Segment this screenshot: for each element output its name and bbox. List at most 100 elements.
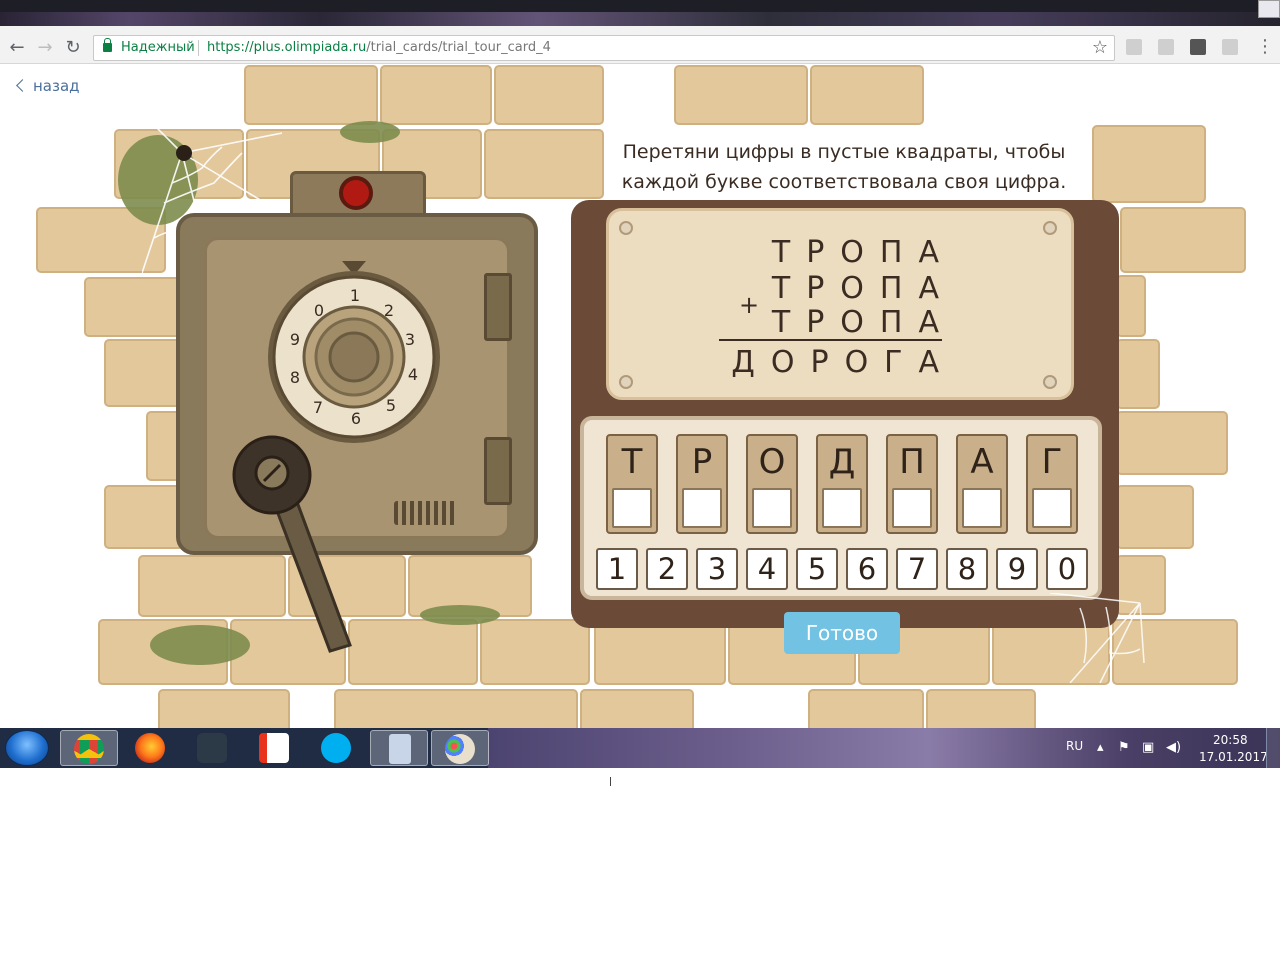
draggable-digit[interactable]: 5 [796, 548, 838, 590]
url-scheme: https:// [207, 40, 254, 55]
back-link-label: назад [33, 77, 80, 95]
lock-icon [103, 38, 112, 52]
draggable-digit[interactable]: 3 [696, 548, 738, 590]
tray-expand-icon[interactable]: ▴ [1097, 740, 1104, 755]
brick [484, 129, 604, 199]
taskbar-app-calculator[interactable] [370, 730, 428, 766]
letter-card-d: Д [816, 434, 868, 534]
digit-drop-slot[interactable] [822, 488, 862, 528]
extension-grid-icon[interactable] [1190, 39, 1206, 55]
instruction-line-1: Перетяни цифры в пустые квадраты, чтобы [622, 141, 1066, 163]
brick [810, 65, 924, 125]
chrome-icon [74, 734, 104, 764]
combination-dial[interactable]: 1 2 3 4 5 6 7 8 9 0 [264, 261, 444, 447]
arrow-forward-icon[interactable]: → [34, 37, 56, 59]
dial-number: 0 [314, 301, 324, 320]
taskbar-app-firefox[interactable] [122, 730, 180, 766]
draggable-digit[interactable]: 1 [596, 548, 638, 590]
moss [420, 605, 500, 625]
extension-icon[interactable] [1126, 39, 1142, 55]
spider-web-icon [1049, 593, 1145, 683]
brick [244, 65, 378, 125]
extension-icon[interactable] [1158, 39, 1174, 55]
letter-label: О [758, 442, 786, 482]
draggable-digit[interactable]: 4 [746, 548, 788, 590]
star-icon[interactable]: ☆ [1092, 37, 1108, 58]
language-indicator[interactable]: RU [1066, 739, 1083, 753]
instruction-line-2: каждой букве соответствовала своя цифра. [621, 171, 1067, 193]
digit-drop-slot[interactable] [612, 488, 652, 528]
back-link[interactable]: назад [16, 77, 80, 95]
dial-number: 6 [351, 409, 361, 428]
submit-button[interactable]: Готово [784, 612, 900, 654]
letter-label: Т [621, 442, 643, 482]
reload-icon[interactable]: ↻ [62, 37, 84, 59]
letter-label: А [970, 442, 994, 482]
digit-drop-slot[interactable] [892, 488, 932, 528]
paint-icon [445, 734, 475, 764]
letter-label: П [899, 442, 925, 482]
brick [580, 689, 694, 728]
arrow-back-icon[interactable]: ← [6, 37, 28, 59]
brick [594, 619, 726, 685]
dial-number: 3 [405, 330, 415, 349]
brick [104, 485, 184, 549]
letter-card-r: Р [676, 434, 728, 534]
draggable-digit[interactable]: 8 [946, 548, 988, 590]
safe-vent [394, 501, 456, 525]
brick [1116, 275, 1146, 337]
windows-start-icon[interactable] [5, 730, 49, 766]
draggable-digit[interactable]: 7 [896, 548, 938, 590]
draggable-digit[interactable]: 0 [1046, 548, 1088, 590]
bolt-icon [1043, 375, 1057, 389]
letter-card-g: Г [1026, 434, 1078, 534]
taskbar-app-skype[interactable] [308, 730, 366, 766]
brick [158, 689, 290, 728]
extension-icon[interactable] [1222, 39, 1238, 55]
window-control-button[interactable] [1258, 0, 1280, 18]
action-center-flag-icon[interactable]: ⚑ [1118, 740, 1130, 755]
brick [334, 689, 578, 728]
dial-number: 8 [290, 368, 300, 387]
safe-lever-handle[interactable] [230, 435, 360, 655]
address-bar[interactable]: Надежный https://plus.olimpiada.ru/trial… [93, 35, 1115, 61]
url-text[interactable]: https://plus.olimpiada.ru/trial_cards/tr… [207, 40, 551, 55]
letter-label: Д [828, 442, 856, 482]
dial-number: 5 [386, 396, 396, 415]
brick [380, 65, 492, 125]
digit-drop-slot[interactable] [962, 488, 1002, 528]
skype-icon [321, 733, 351, 763]
taskbar-app-yandex[interactable] [246, 730, 304, 766]
page-content: назад 1 2 3 4 5 6 7 8 9 0 Перетяни цифры… [0, 65, 1280, 728]
digit-drop-slot[interactable] [682, 488, 722, 528]
draggable-digit[interactable]: 9 [996, 548, 1038, 590]
window-title-strip [0, 0, 1280, 32]
show-desktop-button[interactable] [1266, 728, 1280, 768]
nox-icon [197, 733, 227, 763]
taskbar-app-paint[interactable] [431, 730, 489, 766]
instruction-text: Перетяни цифры в пустые квадраты, чтобы … [596, 137, 1092, 197]
brick [1116, 339, 1160, 409]
taskbar-app-nox[interactable] [184, 730, 242, 766]
moss [340, 121, 400, 143]
dial-number: 4 [408, 365, 418, 384]
chevron-left-icon [16, 79, 29, 92]
clock-date[interactable]: 17.01.2017 [1199, 750, 1268, 764]
bolt-icon [619, 375, 633, 389]
clock-time[interactable]: 20:58 [1213, 733, 1248, 747]
brick [1116, 485, 1194, 549]
alarm-light-icon [339, 176, 373, 210]
digit-drop-slot[interactable] [1032, 488, 1072, 528]
digit-drop-slot[interactable] [752, 488, 792, 528]
draggable-digit[interactable]: 2 [646, 548, 688, 590]
taskbar-app-chrome[interactable] [60, 730, 118, 766]
url-host: plus.olimpiada.ru [253, 40, 367, 55]
yandex-browser-icon [259, 733, 289, 763]
url-path: /trial_cards/trial_tour_card_4 [366, 40, 551, 55]
volume-icon[interactable]: ◀) [1166, 740, 1181, 755]
menu-dots-icon[interactable]: ⋮ [1256, 37, 1274, 57]
network-icon[interactable]: ▣ [1142, 740, 1154, 755]
spider-icon [176, 145, 192, 161]
letter-label: Г [1041, 442, 1063, 482]
draggable-digit[interactable]: 6 [846, 548, 888, 590]
